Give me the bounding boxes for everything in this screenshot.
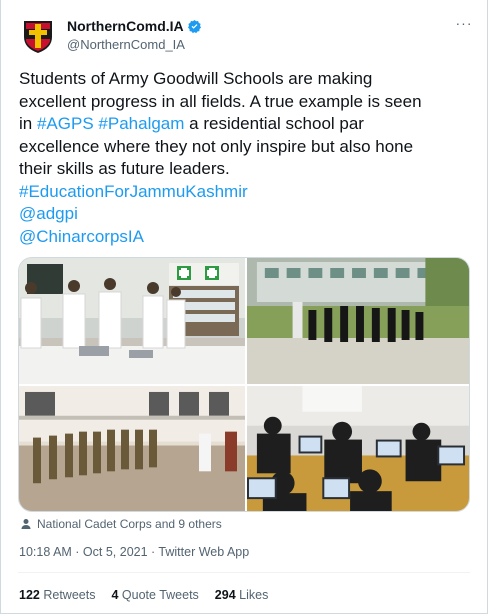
likes-label: Likes bbox=[239, 588, 269, 602]
tweet-card: NorthernComd.IA @NorthernComd_IA ··· Stu… bbox=[0, 0, 488, 614]
author-info: NorthernComd.IA @NorthernComd_IA bbox=[67, 18, 202, 52]
verified-badge-icon bbox=[187, 19, 201, 33]
photo-laboratory[interactable] bbox=[19, 258, 245, 384]
tagged-users-text: National Cadet Corps and 9 others bbox=[37, 517, 222, 531]
photo-courtyard-drill[interactable] bbox=[19, 386, 245, 511]
quote-tweets-count: 4 bbox=[111, 588, 119, 602]
tweet-line: excellent progress in all fields. A true… bbox=[19, 91, 422, 111]
tweet-text-fragment: a residential school par bbox=[184, 114, 364, 133]
mention-link[interactable]: @adgpi bbox=[19, 203, 469, 226]
mention-link[interactable]: @ChinarcorpsIA bbox=[19, 226, 469, 249]
retweets-stat[interactable]: 122 Retweets bbox=[19, 588, 95, 602]
media-grid bbox=[18, 257, 470, 512]
tweet-line: Students of Army Goodwill Schools are ma… bbox=[19, 69, 373, 88]
hashtag-link[interactable]: #AGPS bbox=[37, 114, 94, 133]
tweet-line: excellence where they not only inspire b… bbox=[19, 136, 414, 156]
retweets-label: Retweets bbox=[43, 588, 96, 602]
likes-stat[interactable]: 294 Likes bbox=[215, 588, 269, 602]
author-display-name[interactable]: NorthernComd.IA bbox=[67, 18, 184, 34]
engagement-stats: 122 Retweets 4 Quote Tweets 294 Likes bbox=[19, 588, 268, 602]
hashtag-link[interactable]: #EducationForJammuKashmir bbox=[19, 181, 469, 204]
more-dots-icon[interactable]: ··· bbox=[453, 15, 475, 31]
person-icon bbox=[21, 519, 31, 529]
tagged-users[interactable]: National Cadet Corps and 9 others bbox=[20, 517, 222, 531]
regiment-crest-icon bbox=[18, 15, 58, 55]
photo-cadets-ground[interactable] bbox=[247, 258, 469, 384]
photo-computer-lab[interactable] bbox=[247, 386, 469, 511]
likes-count: 294 bbox=[214, 588, 236, 602]
retweets-count: 122 bbox=[19, 588, 40, 602]
author-avatar[interactable] bbox=[18, 15, 58, 55]
quote-tweets-label: Quote Tweets bbox=[121, 588, 199, 602]
tweet-text: Students of Army Goodwill Schools are ma… bbox=[19, 68, 469, 248]
quote-tweets-stat[interactable]: 4 Quote Tweets bbox=[111, 588, 198, 602]
divider bbox=[18, 572, 470, 573]
author-handle[interactable]: @NorthernComd_IA bbox=[67, 37, 202, 52]
tweet-line: their skills as future leaders. bbox=[19, 159, 230, 178]
tweet-timestamp[interactable]: 10:18 AM · Oct 5, 2021 · Twitter Web App bbox=[19, 545, 249, 559]
hashtag-link[interactable]: #Pahalgam bbox=[98, 114, 184, 133]
author-name-row[interactable]: NorthernComd.IA bbox=[67, 18, 202, 34]
tweet-line: in #AGPS #Pahalgam a residential school … bbox=[19, 113, 469, 136]
tweet-text-fragment: in bbox=[19, 114, 37, 133]
